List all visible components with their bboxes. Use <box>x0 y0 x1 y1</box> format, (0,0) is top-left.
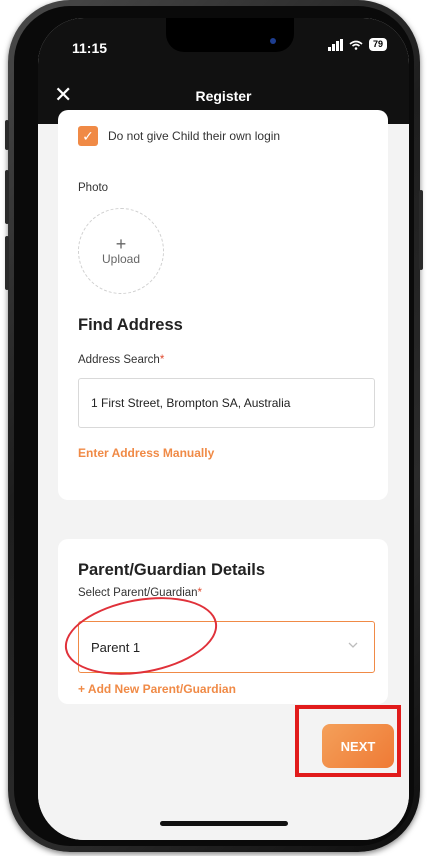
volume-up-button <box>5 170 9 224</box>
power-button <box>419 190 423 270</box>
select-parent-dropdown[interactable]: Parent 1 <box>78 621 375 673</box>
address-search-value: 1 First Street, Brompton SA, Australia <box>91 396 291 410</box>
mute-switch <box>5 120 9 150</box>
checkbox-label: Do not give Child their own login <box>108 129 281 143</box>
next-button[interactable]: NEXT <box>322 724 394 768</box>
page-title: Register <box>195 88 252 104</box>
parent-details-heading: Parent/Guardian Details <box>78 561 266 579</box>
notch <box>166 18 294 52</box>
status-icons: 79 <box>327 38 387 51</box>
upload-label: Upload <box>101 252 141 266</box>
status-time: 11:15 <box>72 40 108 56</box>
battery-icon: 79 <box>368 38 387 51</box>
photo-label: Photo <box>78 182 109 194</box>
select-parent-value: Parent 1 <box>91 639 141 655</box>
phone-screen: 11:15 79 ✕ Register ✓ Do not give Child … <box>38 18 409 840</box>
plus-icon: + <box>115 234 127 254</box>
own-login-checkbox-row[interactable]: ✓ Do not give Child their own login <box>78 126 280 146</box>
enter-address-manually-link[interactable]: Enter Address Manually <box>78 446 214 460</box>
photo-upload-button[interactable]: + Upload <box>78 208 164 294</box>
camera-icon <box>270 38 276 44</box>
details-card: ✓ Do not give Child their own login Phot… <box>58 110 388 500</box>
add-parent-link[interactable]: + Add New Parent/Guardian <box>78 682 236 696</box>
chevron-down-icon <box>348 642 358 648</box>
checkbox-checked-icon[interactable]: ✓ <box>78 126 98 146</box>
signal-icon <box>327 38 343 51</box>
volume-down-button <box>5 236 9 290</box>
phone-frame: 11:15 79 ✕ Register ✓ Do not give Child … <box>5 0 423 852</box>
parent-card: Parent/Guardian Details Select Parent/Gu… <box>58 539 388 704</box>
find-address-heading: Find Address <box>78 316 183 334</box>
form-content[interactable]: ✓ Do not give Child their own login Phot… <box>38 110 409 840</box>
status-bar: 11:15 79 <box>38 18 409 70</box>
select-parent-label: Select Parent/Guardian* <box>78 587 203 599</box>
home-indicator[interactable] <box>160 821 288 826</box>
address-search-label: Address Search* <box>78 354 165 366</box>
wifi-icon <box>349 40 363 50</box>
address-search-input[interactable]: 1 First Street, Brompton SA, Australia <box>78 378 375 428</box>
